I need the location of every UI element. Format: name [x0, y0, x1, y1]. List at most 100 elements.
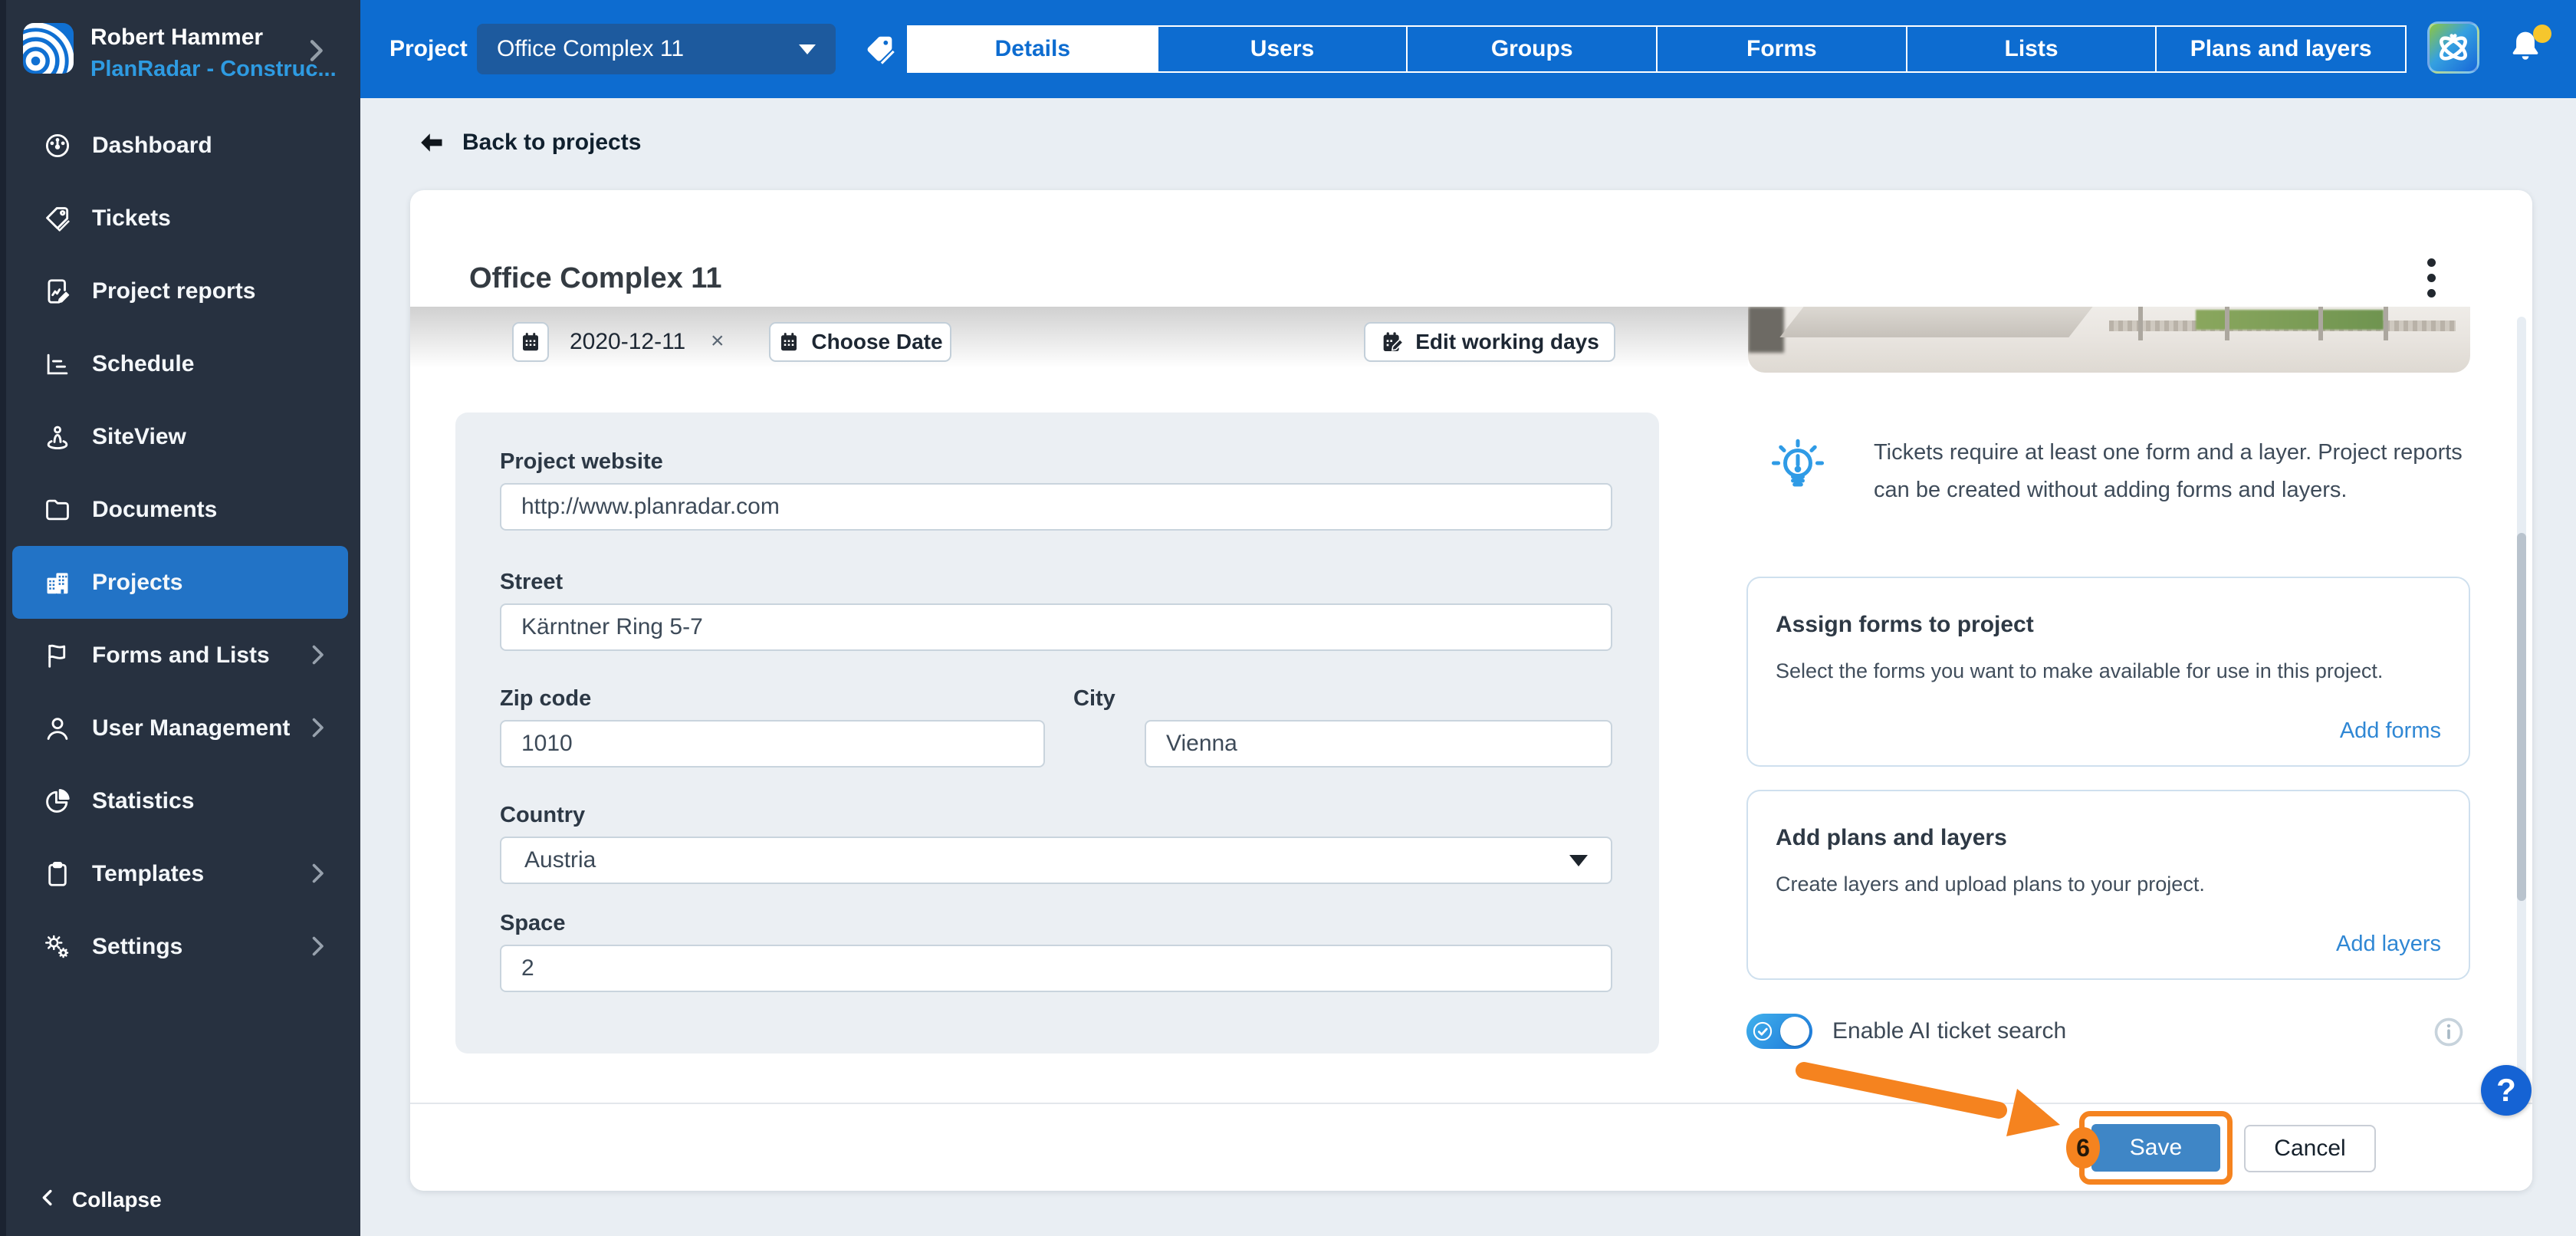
project-label: Project [389, 36, 468, 61]
sidebar-item-label: User Management [92, 715, 291, 741]
country-select[interactable]: Austria [500, 837, 1612, 884]
clear-date-icon[interactable]: × [711, 328, 724, 354]
back-to-projects-link[interactable]: Back to projects [418, 129, 641, 156]
main-content: Back to projects Office Complex 11 2020-… [360, 98, 2576, 1236]
sidebar-item-label: Settings [92, 933, 183, 959]
tab-forms[interactable]: Forms [1656, 27, 1906, 71]
chevron-right-icon[interactable] [301, 35, 331, 66]
sidebar-item-schedule[interactable]: Schedule [12, 327, 348, 400]
calendar-icon [523, 333, 538, 351]
add-layers-link[interactable]: Add layers [2336, 932, 2441, 957]
tip-text: Tickets require at least one form and a … [1874, 440, 2463, 502]
sidebar-item-settings[interactable]: Settings [12, 910, 348, 983]
tab-plans-and-layers[interactable]: Plans and layers [2155, 27, 2405, 71]
add-plans-card: Add plans and layers Create layers and u… [1746, 790, 2470, 980]
toggle-knob [1780, 1017, 1809, 1046]
start-date-picker-button[interactable] [512, 322, 549, 362]
ai-connect-app-button[interactable] [2427, 21, 2479, 74]
chevron-down-icon [1569, 854, 1588, 866]
profile-header[interactable]: Robert Hammer PlanRadar - Construc... [0, 0, 360, 107]
page-title: Office Complex 11 [469, 262, 722, 294]
scrollbar-thumb[interactable] [2517, 533, 2526, 901]
tab-groups[interactable]: Groups [1406, 27, 1656, 71]
street-field[interactable] [500, 603, 1612, 651]
gears-icon [43, 932, 72, 962]
sidebar-item-tickets[interactable]: Tickets [12, 182, 348, 255]
crossed-loops-icon [2440, 34, 2467, 61]
address-form-panel: Project website Street Zip code City Cou… [455, 413, 1659, 1054]
arrow-left-icon [421, 133, 442, 152]
choose-date-button[interactable]: Choose Date [769, 322, 951, 362]
project-selector[interactable]: Office Complex 11 [477, 24, 836, 74]
sidebar-item-label: Documents [92, 496, 218, 522]
sidebar-item-project-reports[interactable]: Project reports [12, 255, 348, 327]
account-name: PlanRadar - Construc... [90, 57, 337, 81]
website-label: Project website [500, 449, 663, 474]
chevron-down-icon [799, 44, 816, 54]
planradar-app: Robert Hammer PlanRadar - Construc... Da… [0, 0, 2576, 1236]
city-label: City [1073, 686, 1116, 711]
gantt-icon [43, 350, 72, 379]
website-field[interactable] [500, 483, 1612, 531]
space-field[interactable] [500, 945, 1612, 992]
assign-forms-title: Assign forms to project [1776, 612, 2034, 637]
chevron-right-icon [304, 714, 331, 741]
tip-row: Tickets require at least one form and a … [1746, 434, 2470, 509]
calendar-edit-icon [1383, 332, 1405, 351]
sidebar-item-label: Forms and Lists [92, 642, 270, 668]
zip-label: Zip code [500, 686, 592, 711]
add-forms-link[interactable]: Add forms [2340, 718, 2441, 744]
scrollbar-track[interactable] [2517, 317, 2526, 1099]
dashboard-icon [43, 131, 72, 160]
check-icon [1753, 1021, 1773, 1041]
chevron-right-icon [304, 860, 331, 887]
tags-icon[interactable] [863, 32, 898, 67]
report-pen-icon [43, 277, 72, 306]
info-icon[interactable] [2432, 1015, 2466, 1049]
add-plans-title: Add plans and layers [1776, 825, 2007, 850]
calendar-icon [781, 333, 797, 351]
person-icon [43, 714, 72, 743]
sidebar-item-label: Schedule [92, 350, 195, 376]
cancel-button[interactable]: Cancel [2244, 1125, 2376, 1172]
sidebar-item-projects[interactable]: Projects [12, 546, 348, 619]
collapse-label: Collapse [72, 1188, 162, 1211]
pie-chart-icon [43, 787, 72, 816]
sidebar-item-siteview[interactable]: SiteView [12, 400, 348, 473]
sidebar-item-label: Projects [92, 569, 183, 595]
notifications-bell-icon[interactable] [2505, 25, 2551, 72]
tab-details[interactable]: Details [909, 27, 1157, 71]
sidebar-nav: Dashboard Tickets Project reports Schedu… [0, 109, 360, 983]
sidebar-item-dashboard[interactable]: Dashboard [12, 109, 348, 182]
country-select-value: Austria [524, 847, 596, 873]
city-field[interactable] [1145, 720, 1612, 768]
street-label: Street [500, 570, 564, 594]
sidebar-item-label: Project reports [92, 278, 256, 304]
chevron-left-icon [35, 1185, 61, 1216]
save-button[interactable]: Save [2091, 1124, 2220, 1172]
project-details-card: Office Complex 11 2020-12-11 × Choose Da… [410, 190, 2532, 1191]
sidebar-item-user-management[interactable]: User Management [12, 692, 348, 764]
start-date-value[interactable]: 2020-12-11 [570, 329, 685, 355]
sidebar-item-label: Statistics [92, 787, 195, 814]
sidebar-item-forms-and-lists[interactable]: Forms and Lists [12, 619, 348, 692]
tab-lists[interactable]: Lists [1905, 27, 2156, 71]
sidebar-item-templates[interactable]: Templates [12, 837, 348, 910]
sidebar-item-documents[interactable]: Documents [12, 473, 348, 546]
help-button[interactable]: ? [2481, 1065, 2532, 1116]
kebab-menu-icon[interactable] [2413, 255, 2450, 301]
ticket-tag-icon [43, 204, 72, 233]
assign-forms-body: Select the forms you want to make availa… [1776, 659, 2384, 682]
zip-field[interactable] [500, 720, 1045, 768]
building-icon [43, 568, 72, 597]
sidebar-item-statistics[interactable]: Statistics [12, 764, 348, 837]
flag-icon [43, 641, 72, 670]
back-link-label: Back to projects [462, 130, 642, 155]
edit-working-days-button[interactable]: Edit working days [1364, 322, 1615, 362]
lightbulb-tip-icon [1765, 434, 1831, 500]
collapse-sidebar-button[interactable]: Collapse [35, 1181, 162, 1219]
ai-ticket-search-toggle[interactable] [1746, 1014, 1812, 1049]
sidebar-item-label: Templates [92, 860, 205, 886]
tab-users[interactable]: Users [1156, 27, 1407, 71]
sidebar-item-label: Tickets [92, 205, 171, 231]
